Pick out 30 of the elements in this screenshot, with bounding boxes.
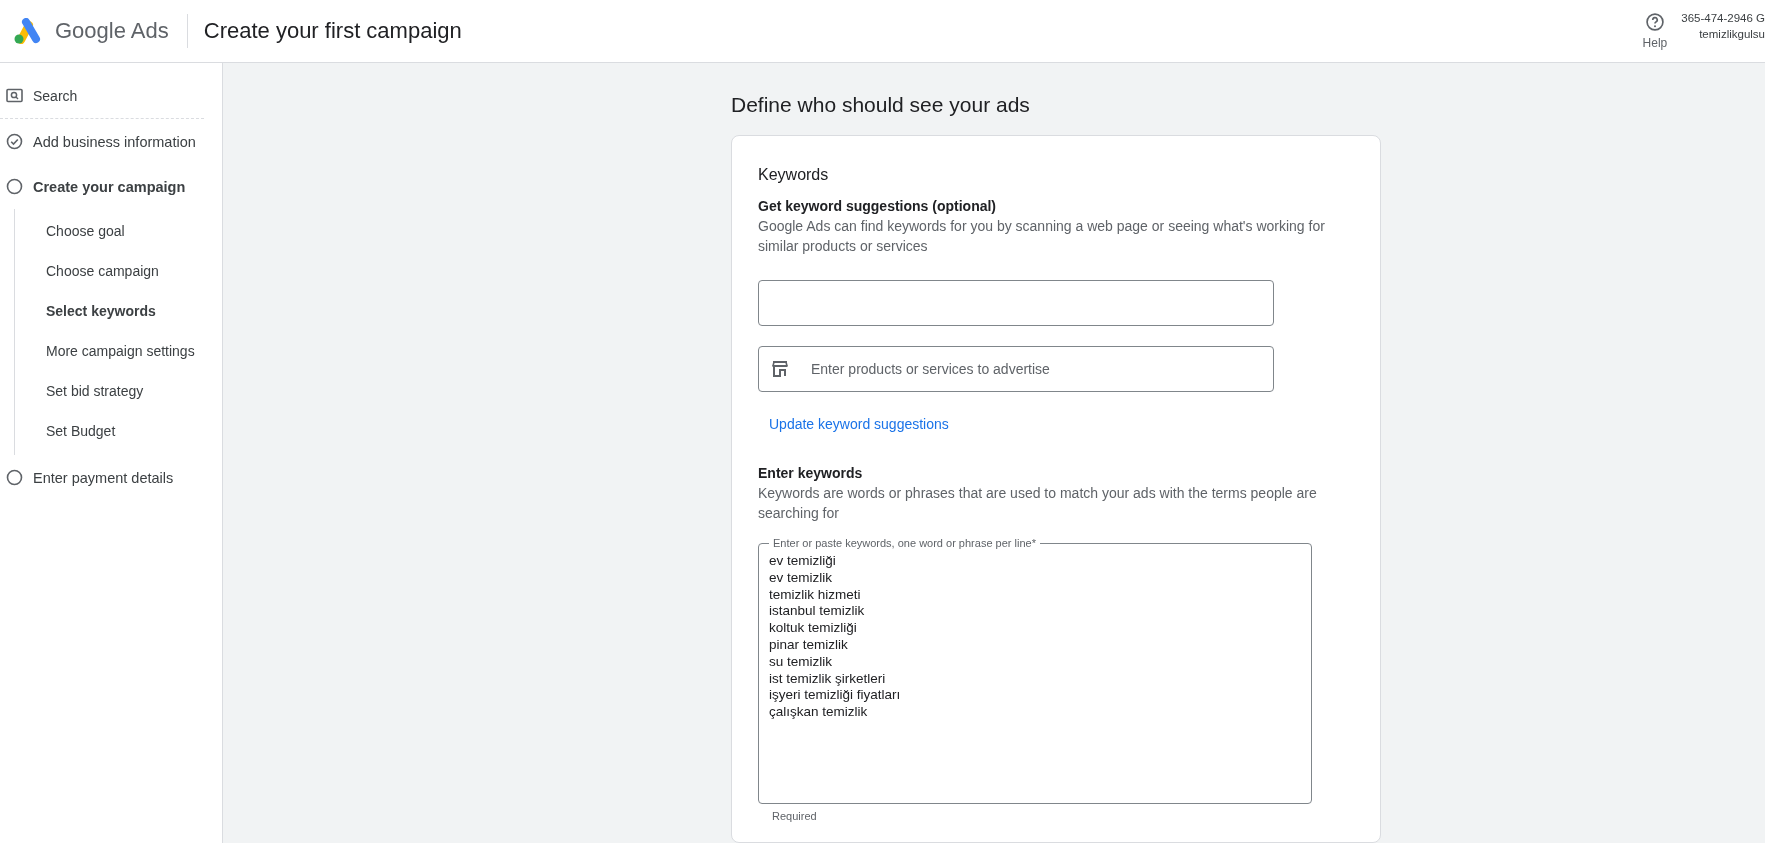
- products-field[interactable]: Enter products or services to advertise: [758, 346, 1274, 392]
- substep-link[interactable]: More campaign settings: [15, 331, 195, 371]
- logo-icon: [13, 18, 41, 44]
- substep-link[interactable]: Select keywords: [15, 291, 156, 331]
- substep-link[interactable]: Set Budget: [15, 411, 116, 451]
- step-link[interactable]: Add business information: [33, 133, 196, 150]
- description: Keywords are words or phrases that are used to match your ads with the terms people are searching for: [758, 484, 1318, 523]
- subheading: Get keyword suggestions (optional): [758, 198, 998, 214]
- search-icon: [6, 87, 23, 104]
- keywords-field[interactable]: Enter or paste keywords, one word or phrase per line* ev temizliği ev temizlik temizlik hizmeti istanbul temizlik koltuk temizliği pinar temizlik su temizlik ist temizlik şirketleri işyeri temizliği fiyatları çalışkan temizlik: [758, 537, 1312, 804]
- substep-link[interactable]: Choose goal: [15, 211, 125, 251]
- url-field[interactable]: [758, 280, 1274, 326]
- product-name: Google Ads: [55, 18, 169, 44]
- page-title: Create your first campaign: [203, 18, 462, 44]
- help-button[interactable]: Help: [1642, 12, 1668, 50]
- section-title: Define who should see your ads: [731, 93, 1031, 117]
- substep-link[interactable]: Choose campaign: [15, 251, 159, 291]
- description: Google Ads can find keywords for you by scanning a web page or seeing what's working for similar products or services: [758, 217, 1326, 256]
- search-link[interactable]: Search: [33, 87, 78, 104]
- card-title: Keywords: [758, 166, 830, 184]
- field-label: Enter or paste keywords, one word or phrase per line*: [772, 537, 1037, 549]
- step-link[interactable]: Create your campaign: [33, 178, 186, 195]
- update-suggestions-link[interactable]: Update keyword suggestions: [769, 416, 949, 432]
- substep-link[interactable]: Set bid strategy: [15, 371, 144, 411]
- subheading: Enter keywords: [758, 465, 864, 481]
- step-link[interactable]: Enter payment details: [33, 469, 174, 486]
- account-number: 365-474-2946 G: [1681, 12, 1765, 24]
- required-hint: Required: [772, 810, 818, 822]
- account-name: temizlikgulsu: [1699, 28, 1765, 40]
- help-icon: [1644, 12, 1665, 32]
